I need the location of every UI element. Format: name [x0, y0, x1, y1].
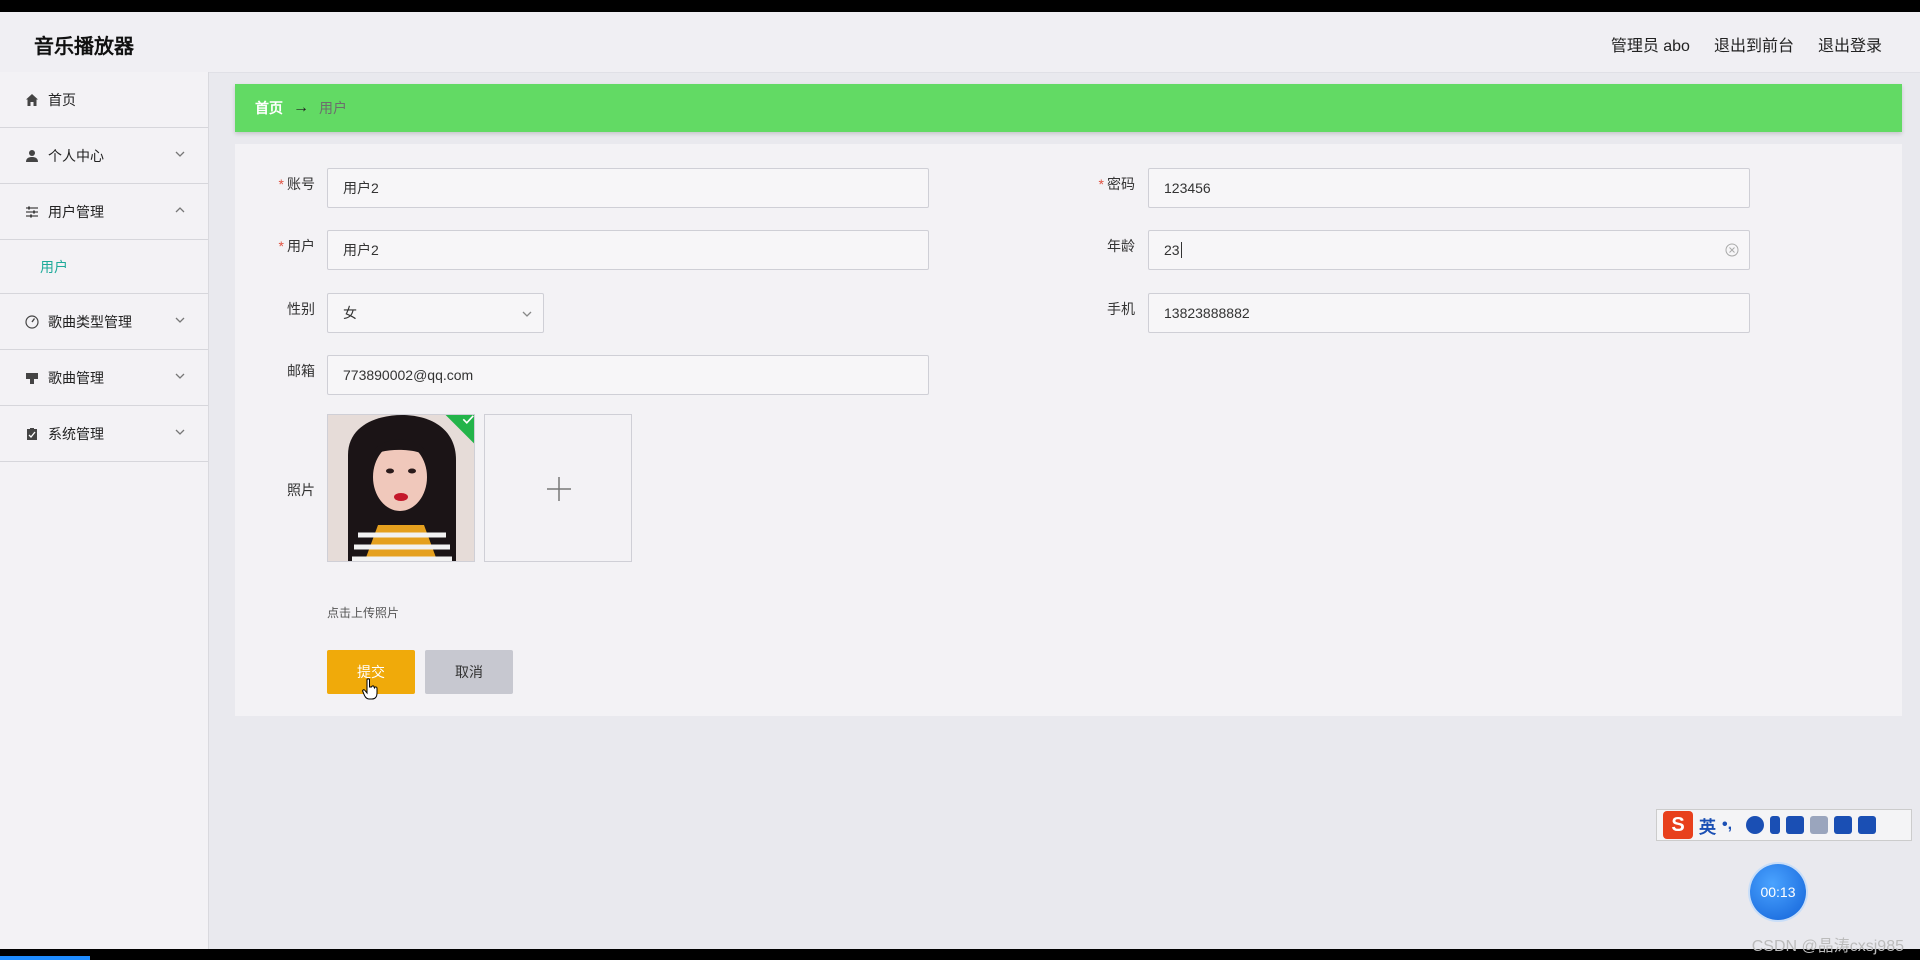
breadcrumb: 首页 → 用户 — [235, 84, 1902, 132]
recording-timer[interactable]: 00:13 — [1750, 864, 1806, 920]
emoji-icon[interactable] — [1746, 816, 1764, 834]
sidebar-item-user-management[interactable]: 用户管理 — [0, 184, 208, 240]
photo-label: 照片 — [287, 482, 315, 498]
phone-label: 手机 — [1107, 301, 1135, 317]
app-title: 音乐播放器 — [34, 36, 134, 58]
sidebar-item-songs[interactable]: 歌曲管理 — [0, 350, 208, 406]
sidebar-item-label: 用户管理 — [48, 203, 104, 220]
account-label: * 账号 — [278, 176, 315, 192]
ime-toolbar: S 英 •, — [1656, 809, 1912, 841]
chevron-down-icon — [175, 151, 185, 157]
home-icon — [24, 92, 40, 108]
user-settings-icon[interactable] — [1810, 816, 1828, 834]
admin-label: 管理员 abo — [1610, 38, 1690, 55]
watermark: CSDN @晶涛cxsj985 — [1751, 938, 1904, 955]
user-icon — [24, 148, 40, 164]
upload-tip: 点击上传照片 — [327, 606, 400, 620]
age-label: 年龄 — [1107, 238, 1135, 254]
toolbox-grid-icon[interactable] — [1858, 816, 1876, 834]
text-caret — [1180, 242, 1182, 258]
sidebar-subitem-label: 用户 — [40, 258, 68, 275]
punctuation-icon[interactable]: •, — [1722, 816, 1740, 834]
keyboard-icon[interactable] — [1786, 816, 1804, 834]
sidebar-item-label: 首页 — [48, 91, 76, 108]
sidebar-item-label: 系统管理 — [48, 425, 104, 442]
skin-shirt-icon[interactable] — [1834, 816, 1852, 834]
sidebar-item-label: 歌曲类型管理 — [48, 313, 132, 330]
app-screen: 音乐播放器 管理员 abo 退出到前台 退出登录 首页 个人中心 用户管理 用户… — [0, 12, 1920, 949]
password-label: * 密码 — [1098, 176, 1135, 192]
sidebar-item-home[interactable]: 首页 — [0, 72, 208, 128]
username-label: * 用户 — [278, 238, 315, 254]
breadcrumb-current: 用户 — [319, 100, 347, 116]
portrait-image — [328, 415, 474, 561]
clear-icon[interactable] — [1725, 243, 1739, 257]
microphone-icon[interactable] — [1770, 816, 1780, 834]
photo-thumbnail[interactable] — [327, 414, 475, 562]
clipboard-icon — [24, 426, 40, 442]
upload-photo-button[interactable] — [484, 414, 632, 562]
ime-mode[interactable]: 英 — [1699, 813, 1716, 838]
gender-label: 性别 — [287, 301, 315, 317]
gender-select[interactable]: 女 — [327, 293, 544, 333]
sogou-logo-icon[interactable]: S — [1663, 811, 1693, 839]
sidebar-item-song-types[interactable]: 歌曲类型管理 — [0, 294, 208, 350]
email-input[interactable]: 773890002@qq.com — [327, 355, 929, 395]
username-input[interactable]: 用户2 — [327, 230, 929, 270]
chevron-down-icon — [175, 373, 185, 379]
sliders-icon — [24, 204, 40, 220]
chevron-down-icon — [522, 311, 532, 317]
breadcrumb-home[interactable]: 首页 — [255, 98, 283, 118]
cancel-button[interactable]: 取消 — [425, 650, 513, 694]
breadcrumb-arrow-icon: → — [293, 99, 309, 116]
account-input[interactable]: 用户2 — [327, 168, 929, 208]
sidebar-item-profile[interactable]: 个人中心 — [0, 128, 208, 184]
check-icon — [462, 415, 474, 424]
phone-input[interactable]: 13823888882 — [1148, 293, 1750, 333]
age-input[interactable]: 23 — [1148, 230, 1750, 270]
header-actions: 管理员 abo 退出到前台 退出登录 — [1611, 32, 1882, 56]
sidebar: 首页 个人中心 用户管理 用户 歌曲类型管理 歌曲管理 系统管理 — [0, 72, 209, 949]
plus-icon — [547, 477, 571, 501]
gauge-icon — [24, 314, 40, 330]
chevron-down-icon — [175, 317, 185, 323]
chevron-down-icon — [175, 429, 185, 435]
hand-cursor-icon — [362, 678, 378, 700]
email-label: 邮箱 — [287, 363, 315, 379]
chevron-up-icon — [175, 207, 185, 213]
stamp-icon — [24, 370, 40, 386]
sidebar-subitem-users[interactable]: 用户 — [0, 240, 208, 294]
top-header: 音乐播放器 管理员 abo 退出到前台 退出登录 — [0, 12, 1920, 73]
logout-link[interactable]: 退出登录 — [1818, 32, 1882, 56]
password-input[interactable]: 123456 — [1148, 168, 1750, 208]
sidebar-item-system[interactable]: 系统管理 — [0, 406, 208, 462]
sidebar-item-label: 歌曲管理 — [48, 369, 104, 386]
user-form: * 账号 用户2 * 密码 123456 * 用户 用户2 年龄 23 性别 女 手机… — [235, 144, 1902, 716]
back-to-front-link[interactable]: 退出到前台 — [1714, 32, 1794, 56]
taskbar-progress — [0, 956, 90, 960]
sidebar-item-label: 个人中心 — [48, 147, 104, 164]
